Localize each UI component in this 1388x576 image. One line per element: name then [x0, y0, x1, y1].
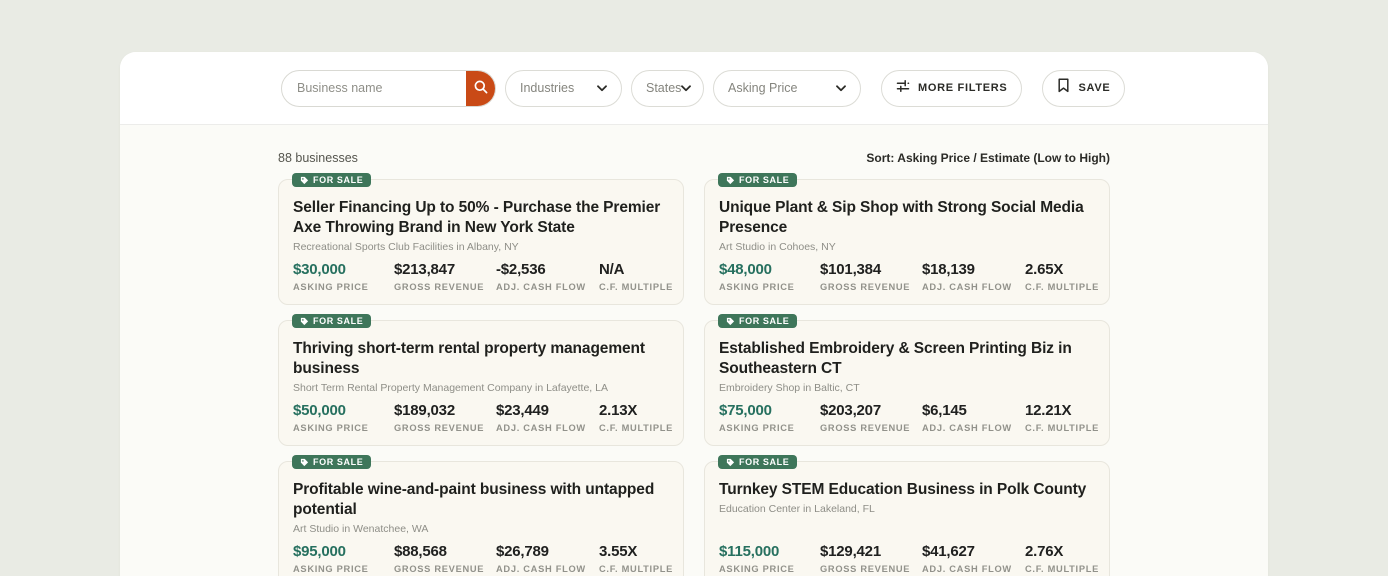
states-dropdown-label: States	[646, 81, 681, 95]
stat-cf-multiple: 2.76X C.F. MULTIPLE	[1025, 543, 1099, 574]
listing-title: Turnkey STEM Education Business in Polk …	[719, 480, 1095, 500]
listing-subtitle: Embroidery Shop in Baltic, CT	[719, 382, 1095, 394]
stat-cf-multiple: 2.13X C.F. MULTIPLE	[599, 402, 673, 433]
listing-title: Established Embroidery & Screen Printing…	[719, 339, 1095, 379]
results-header: 88 businesses Sort: Asking Price / Estim…	[278, 125, 1110, 171]
stat-gross-revenue: $101,384 GROSS REVENUE	[820, 261, 922, 292]
tag-icon	[300, 176, 309, 185]
listing-subtitle: Art Studio in Wenatchee, WA	[293, 523, 669, 535]
listing-subtitle: Art Studio in Cohoes, NY	[719, 241, 1095, 253]
page: Industries States Asking Price	[0, 0, 1388, 576]
stat-gross-revenue: $203,207 GROSS REVENUE	[820, 402, 922, 433]
listing-title: Unique Plant & Sip Shop with Strong Soci…	[719, 198, 1095, 238]
sort-control[interactable]: Sort: Asking Price / Estimate (Low to Hi…	[866, 151, 1110, 165]
listing-stats: $115,000 ASKING PRICE $129,421 GROSS REV…	[719, 543, 1095, 574]
listing-card[interactable]: FOR SALE Established Embroidery & Screen…	[704, 320, 1110, 446]
business-name-search	[281, 70, 496, 107]
for-sale-badge: FOR SALE	[718, 173, 797, 187]
listing-subtitle: Education Center in Lakeland, FL	[719, 503, 1095, 515]
for-sale-badge: FOR SALE	[292, 455, 371, 469]
more-filters-label: MORE FILTERS	[918, 82, 1007, 94]
tag-icon	[300, 458, 309, 467]
stat-cf-multiple: 3.55X C.F. MULTIPLE	[599, 543, 673, 574]
stat-cf-multiple: 12.21X C.F. MULTIPLE	[1025, 402, 1099, 433]
more-filters-button[interactable]: MORE FILTERS	[881, 70, 1022, 107]
asking-price-dropdown-label: Asking Price	[728, 81, 797, 95]
tag-icon	[726, 176, 735, 185]
stat-cf-multiple: 2.65X C.F. MULTIPLE	[1025, 261, 1099, 292]
listing-card[interactable]: FOR SALE Seller Financing Up to 50% - Pu…	[278, 179, 684, 305]
stat-cf-multiple: N/A C.F. MULTIPLE	[599, 261, 673, 292]
stat-asking-price: $95,000 ASKING PRICE	[293, 543, 394, 574]
listing-stats: $75,000 ASKING PRICE $203,207 GROSS REVE…	[719, 402, 1095, 433]
stat-gross-revenue: $189,032 GROSS REVENUE	[394, 402, 496, 433]
listing-stats: $50,000 ASKING PRICE $189,032 GROSS REVE…	[293, 402, 669, 433]
stat-asking-price: $115,000 ASKING PRICE	[719, 543, 820, 574]
for-sale-badge: FOR SALE	[292, 173, 371, 187]
listing-card[interactable]: FOR SALE Profitable wine-and-paint busin…	[278, 461, 684, 576]
listing-stats: $48,000 ASKING PRICE $101,384 GROSS REVE…	[719, 261, 1095, 292]
tag-icon	[726, 317, 735, 326]
asking-price-dropdown[interactable]: Asking Price	[713, 70, 861, 107]
stat-gross-revenue: $88,568 GROSS REVENUE	[394, 543, 496, 574]
listings-grid: FOR SALE Seller Financing Up to 50% - Pu…	[278, 171, 1110, 576]
listing-title: Profitable wine-and-paint business with …	[293, 480, 669, 520]
main-container: Industries States Asking Price	[120, 52, 1268, 576]
listing-card[interactable]: FOR SALE Turnkey STEM Education Business…	[704, 461, 1110, 576]
stat-adj-cash-flow: $23,449 ADJ. CASH FLOW	[496, 402, 599, 433]
chevron-down-icon	[681, 79, 691, 97]
search-icon	[473, 79, 489, 98]
results-content: 88 businesses Sort: Asking Price / Estim…	[278, 125, 1110, 576]
stat-adj-cash-flow: $18,139 ADJ. CASH FLOW	[922, 261, 1025, 292]
stat-asking-price: $48,000 ASKING PRICE	[719, 261, 820, 292]
stat-adj-cash-flow: -$2,536 ADJ. CASH FLOW	[496, 261, 599, 292]
stat-asking-price: $30,000 ASKING PRICE	[293, 261, 394, 292]
filter-bar: Industries States Asking Price	[120, 52, 1268, 125]
save-search-button[interactable]: SAVE	[1042, 70, 1125, 107]
states-dropdown[interactable]: States	[631, 70, 704, 107]
listing-title: Thriving short-term rental property mana…	[293, 339, 669, 379]
industries-dropdown-label: Industries	[520, 81, 574, 95]
stat-adj-cash-flow: $6,145 ADJ. CASH FLOW	[922, 402, 1025, 433]
tag-icon	[726, 458, 735, 467]
chevron-down-icon	[597, 79, 607, 97]
for-sale-badge: FOR SALE	[718, 314, 797, 328]
for-sale-badge: FOR SALE	[718, 455, 797, 469]
listing-title: Seller Financing Up to 50% - Purchase th…	[293, 198, 669, 238]
stat-adj-cash-flow: $41,627 ADJ. CASH FLOW	[922, 543, 1025, 574]
stat-asking-price: $75,000 ASKING PRICE	[719, 402, 820, 433]
stat-asking-price: $50,000 ASKING PRICE	[293, 402, 394, 433]
listing-stats: $95,000 ASKING PRICE $88,568 GROSS REVEN…	[293, 543, 669, 574]
stat-gross-revenue: $129,421 GROSS REVENUE	[820, 543, 922, 574]
stat-adj-cash-flow: $26,789 ADJ. CASH FLOW	[496, 543, 599, 574]
listing-subtitle: Recreational Sports Club Facilities in A…	[293, 241, 669, 253]
listing-card[interactable]: FOR SALE Unique Plant & Sip Shop with St…	[704, 179, 1110, 305]
for-sale-badge: FOR SALE	[292, 314, 371, 328]
listing-stats: $30,000 ASKING PRICE $213,847 GROSS REVE…	[293, 261, 669, 292]
sliders-icon	[896, 79, 910, 98]
tag-icon	[300, 317, 309, 326]
industries-dropdown[interactable]: Industries	[505, 70, 622, 107]
search-button[interactable]	[466, 70, 496, 107]
search-input[interactable]	[282, 71, 466, 106]
results-count: 88 businesses	[278, 151, 358, 165]
listing-subtitle: Short Term Rental Property Management Co…	[293, 382, 669, 394]
bookmark-icon	[1057, 78, 1070, 98]
stat-gross-revenue: $213,847 GROSS REVENUE	[394, 261, 496, 292]
save-label: SAVE	[1078, 82, 1110, 94]
chevron-down-icon	[836, 79, 846, 97]
listing-card[interactable]: FOR SALE Thriving short-term rental prop…	[278, 320, 684, 446]
